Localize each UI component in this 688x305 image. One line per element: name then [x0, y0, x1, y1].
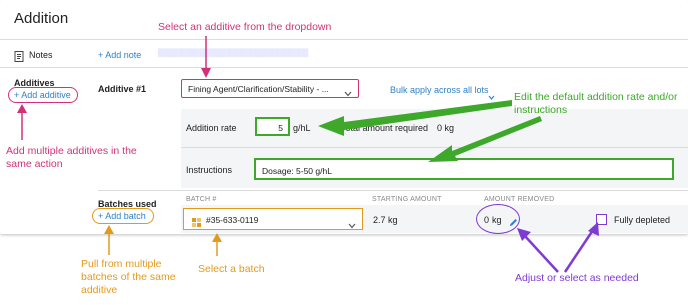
annotation-select-batch: Select a batch	[198, 263, 265, 275]
orange-arrowhead-add-batch	[104, 225, 114, 234]
green-arrow-rate	[318, 100, 512, 136]
pink-arrowhead-dropdown	[201, 68, 211, 78]
annotation-edit-default: Edit the default addition rate and/or in…	[514, 91, 678, 116]
pink-arrowhead-add-additive	[17, 104, 27, 113]
annotation-pull-batches: Pull from multiple batches of the same a…	[81, 258, 176, 296]
purple-arrow-checkbox	[563, 229, 595, 273]
annotation-adjust: Adjust or select as needed	[515, 272, 639, 284]
annotation-add-multiple: Add multiple additives in the same actio…	[6, 145, 137, 170]
green-arrow-instructions	[428, 116, 542, 162]
annotation-select-additive: Select an additive from the dropdown	[158, 21, 332, 33]
orange-arrowhead-batch	[212, 233, 222, 242]
purple-arrow-amount	[523, 234, 559, 273]
